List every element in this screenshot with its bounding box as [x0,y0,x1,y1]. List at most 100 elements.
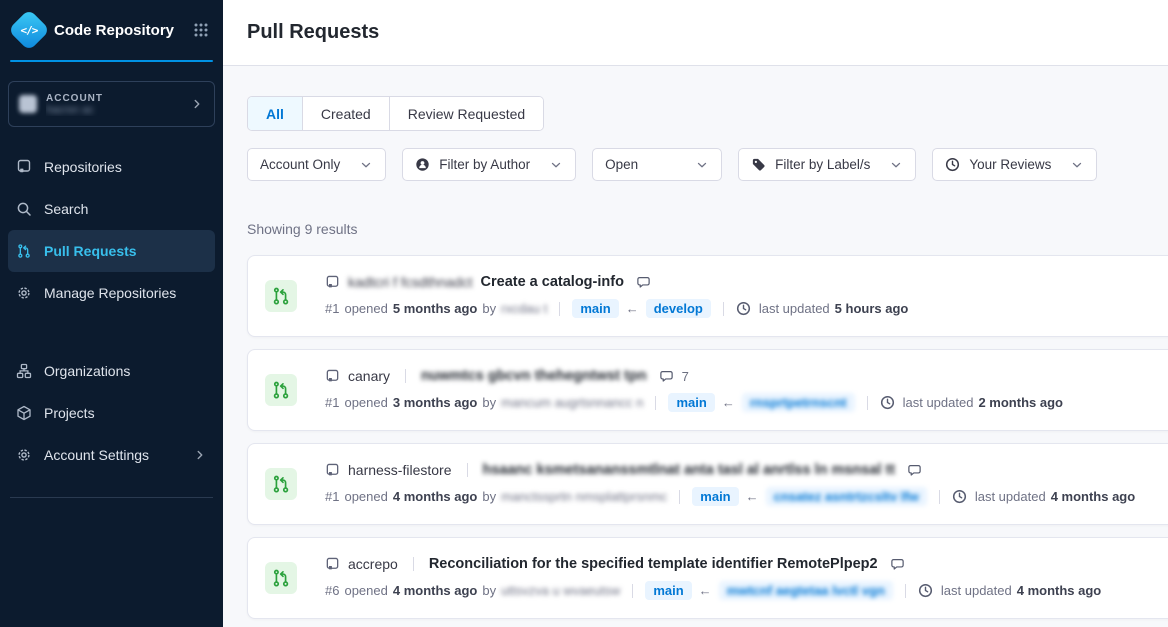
source-branch-badge-masked[interactable]: cnsatez asntrtzcsltv lfw [766,487,927,506]
divider [655,396,656,410]
source-branch-badge[interactable]: develop [646,299,711,318]
app-root: </> Code Repository ACCOUNT hacrsn ac Re… [0,0,1168,627]
sidebar-divider [10,497,213,498]
pr-row[interactable]: accrepo Reconciliation for the specified… [247,537,1168,619]
updated-ago: 4 months ago [1017,583,1102,598]
divider [632,584,633,598]
repo-icon [16,159,32,175]
tab-created[interactable]: Created [303,97,390,130]
pr-title-masked[interactable]: nuwmtcs gbcvn thehegntwst tpn [421,368,647,384]
organizations-icon [16,363,32,379]
target-branch-badge[interactable]: main [692,487,738,506]
main-area: Pull Requests All Created Review Request… [223,0,1168,627]
pull-request-icon [16,243,32,259]
filter-account-only[interactable]: Account Only [247,148,386,181]
pr-row[interactable]: kadtcri f fcsdthnadct Create a catalog-i… [247,255,1168,337]
author-masked: manctssprtn nmsplattprsnmc [501,489,667,504]
comment-count: 7 [682,369,689,384]
clock-icon [880,395,895,410]
user-icon [415,157,430,172]
sidebar-item-repositories[interactable]: Repositories [8,146,215,188]
chevron-right-icon [190,97,204,111]
chevron-down-icon [695,158,709,172]
author-masked: rxcdau t [501,301,547,316]
updated-ago: 4 months ago [1051,489,1136,504]
comment-icon [890,557,905,572]
opened-ago: 4 months ago [393,583,478,598]
pr-number: #1 [325,489,339,504]
sidebar-item-search[interactable]: Search [8,188,215,230]
account-selector[interactable]: ACCOUNT hacrsn ac [8,81,215,127]
chevron-down-icon [549,158,563,172]
sidebar-item-organizations[interactable]: Organizations [8,350,215,392]
tab-review-requested[interactable]: Review Requested [390,97,544,130]
author-masked: mancum augrtsnnancc n [501,395,643,410]
tab-all[interactable]: All [248,97,303,130]
repo-icon [325,369,340,384]
repo-name[interactable]: canary [348,368,390,384]
app-title: Code Repository [54,22,183,39]
target-branch-badge[interactable]: main [572,299,618,318]
pr-open-icon [265,374,297,406]
sidebar-item-pull-requests[interactable]: Pull Requests [8,230,215,272]
pr-number: #1 [325,395,339,410]
comment-icon [907,463,922,478]
divider [467,463,468,477]
app-logo-icon: </> [8,9,50,51]
pr-number: #1 [325,301,339,316]
filter-your-reviews[interactable]: Your Reviews [932,148,1097,181]
sidebar-item-manage-repositories[interactable]: Manage Repositories [8,272,215,314]
tag-icon [751,157,766,172]
repo-icon [325,275,340,290]
branch-arrow: ← [624,301,641,316]
source-branch-badge-masked[interactable]: mwtcnf aegtetaa lvctl vgn [719,581,893,600]
branch-arrow: ← [697,583,714,598]
chevron-down-icon [889,158,903,172]
cube-icon [16,405,32,421]
repo-name-masked: kadtcri f fcsdthnadct [348,274,473,290]
branch-arrow: ← [720,395,737,410]
account-avatar [19,95,37,113]
clock-icon [918,583,933,598]
comment-icon [636,275,651,290]
opened-ago: 5 months ago [393,301,478,316]
pr-title[interactable]: Reconciliation for the specified templat… [429,556,878,572]
filter-by-labels[interactable]: Filter by Label/s [738,148,916,181]
divider [867,396,868,410]
search-icon [16,201,32,217]
sidebar-nav: Repositories Search Pull Requests Manage… [0,146,223,476]
page-title: Pull Requests [247,21,379,44]
pr-row[interactable]: canary nuwmtcs gbcvn thehegntwst tpn 7 #… [247,349,1168,431]
divider [679,490,680,504]
pr-row[interactable]: harness-filestore hsaanc ksmetsananssmtl… [247,443,1168,525]
updated-ago: 5 hours ago [835,301,909,316]
divider [939,490,940,504]
clock-icon [952,489,967,504]
pr-tabs: All Created Review Requested [247,96,544,131]
brand-underline [10,60,213,62]
pr-number: #6 [325,583,339,598]
target-branch-badge[interactable]: main [668,393,714,412]
source-branch-badge-masked[interactable]: rnsprtpetrnscnt [742,393,855,412]
repo-name[interactable]: accrepo [348,556,398,572]
filter-by-author[interactable]: Filter by Author [402,148,576,181]
pr-title-masked[interactable]: hsaanc ksmetsananssmtlnat anta tasl al a… [483,462,896,478]
comment-icon [659,369,674,384]
repo-icon [325,463,340,478]
filter-state-open[interactable]: Open [592,148,722,181]
chevron-down-icon [1070,158,1084,172]
pr-title[interactable]: Create a catalog-info [481,274,624,290]
sidebar-item-account-settings[interactable]: Account Settings [8,434,215,476]
repo-name[interactable]: harness-filestore [348,462,452,478]
gear-icon [16,285,32,301]
filter-bar: Account Only Filter by Author Open Filte… [247,148,1168,181]
divider [559,302,560,316]
target-branch-badge[interactable]: main [645,581,691,600]
page-header: Pull Requests [223,0,1168,66]
chevron-right-icon [193,448,207,462]
results-summary: Showing 9 results [247,221,1168,237]
pr-open-icon [265,562,297,594]
sidebar-header: </> Code Repository [0,0,223,60]
sidebar-item-projects[interactable]: Projects [8,392,215,434]
apps-grid-icon[interactable] [193,22,209,38]
